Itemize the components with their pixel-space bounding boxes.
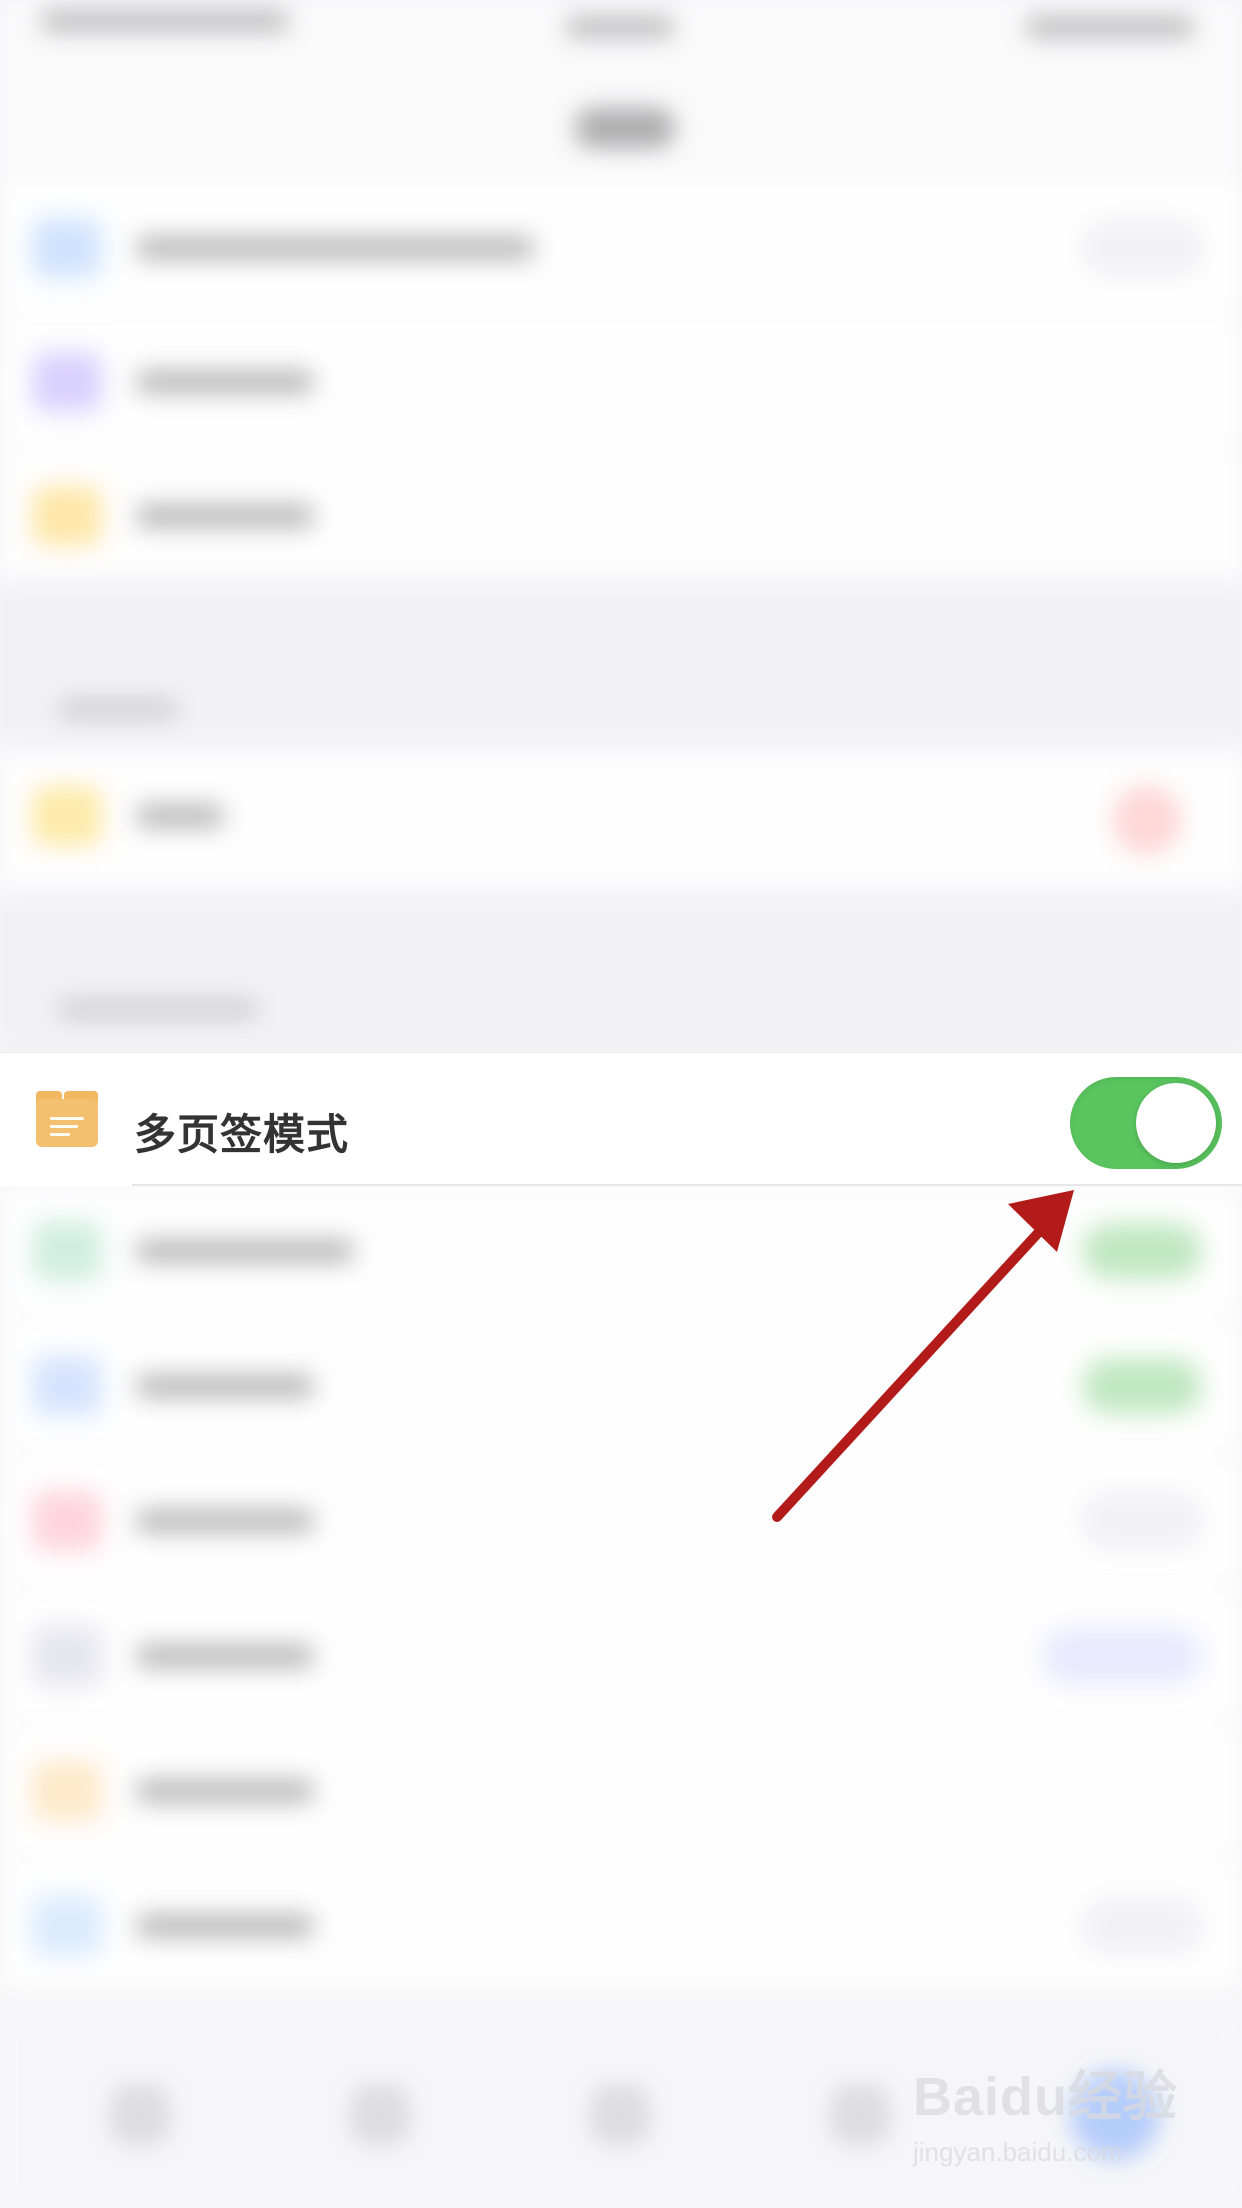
watermark-url: jingyan.baidu.com — [912, 2137, 1123, 2167]
folder-icon — [36, 1091, 98, 1147]
toggle-knob — [1136, 1083, 1216, 1163]
multi-tab-mode-setting-row[interactable]: 多页签模式 — [0, 1052, 1242, 1186]
multi-tab-mode-label: 多页签模式 — [134, 1111, 350, 1158]
watermark: Baidu经验 jingyan.baidu.com — [913, 2052, 1178, 2168]
row-separator — [132, 1184, 1242, 1186]
multi-tab-mode-toggle[interactable] — [1070, 1077, 1222, 1169]
watermark-brand: Baidu经验 — [912, 2067, 1178, 2127]
